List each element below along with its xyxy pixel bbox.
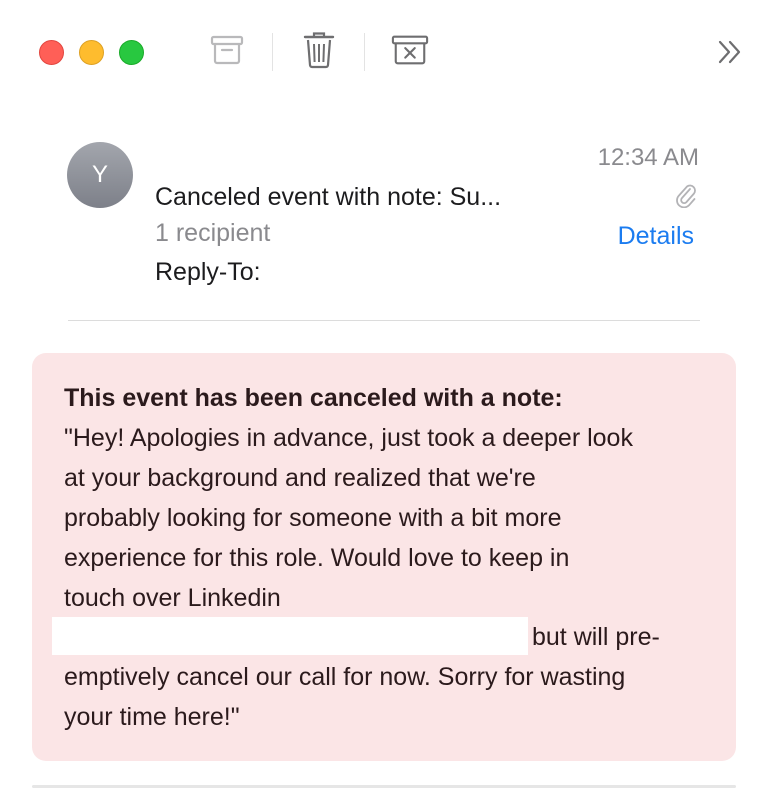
recipient-count: 1 recipient: [155, 219, 271, 247]
note-line: emptively cancel our call for now. Sorry…: [64, 663, 626, 691]
note-line: at your background and realized that we'…: [64, 464, 536, 492]
paperclip-icon: [676, 184, 696, 209]
cancellation-note: This event has been canceled with a note…: [32, 353, 736, 761]
toolbar-separator: [272, 33, 273, 71]
junk-button[interactable]: [391, 30, 429, 70]
archive-button[interactable]: [208, 30, 246, 70]
details-link[interactable]: Details: [618, 222, 694, 251]
attachment-indicator: [674, 182, 698, 209]
note-line: touch over Linkedin: [64, 584, 281, 612]
more-toolbar-button[interactable]: [716, 38, 744, 66]
note-line: experience for this role. Would love to …: [64, 544, 570, 572]
zoom-window-button[interactable]: [119, 40, 144, 65]
toolbar: [0, 0, 768, 100]
redacted-text: [52, 617, 528, 655]
note-line: but will pre-: [532, 623, 660, 651]
trash-button[interactable]: [300, 30, 338, 70]
toolbar-separator: [364, 33, 365, 71]
reply-to-label: Reply-To:: [155, 258, 261, 286]
note-title: This event has been canceled with a note…: [64, 384, 563, 412]
trash-icon: [303, 32, 335, 69]
note-closing: emptively cancel our call for now. Sorry…: [64, 657, 709, 737]
junk-icon: [391, 35, 429, 65]
note-line: probably looking for someone with a bit …: [64, 504, 562, 532]
note-line: "Hey! Apologies in advance, just took a …: [64, 424, 633, 452]
message-subject: Canceled event with note: Su...: [155, 183, 502, 211]
header-divider: [68, 320, 700, 321]
sender-avatar: Y: [67, 142, 133, 208]
chevron-double-right-icon: [718, 40, 741, 64]
archive-icon: [210, 35, 244, 65]
note-line: your time here!": [64, 703, 240, 731]
note-body: This event has been canceled with a note…: [64, 378, 709, 618]
close-window-button[interactable]: [39, 40, 64, 65]
message-time: 12:34 AM: [597, 144, 699, 171]
avatar-initial: Y: [91, 161, 108, 188]
minimize-window-button[interactable]: [79, 40, 104, 65]
